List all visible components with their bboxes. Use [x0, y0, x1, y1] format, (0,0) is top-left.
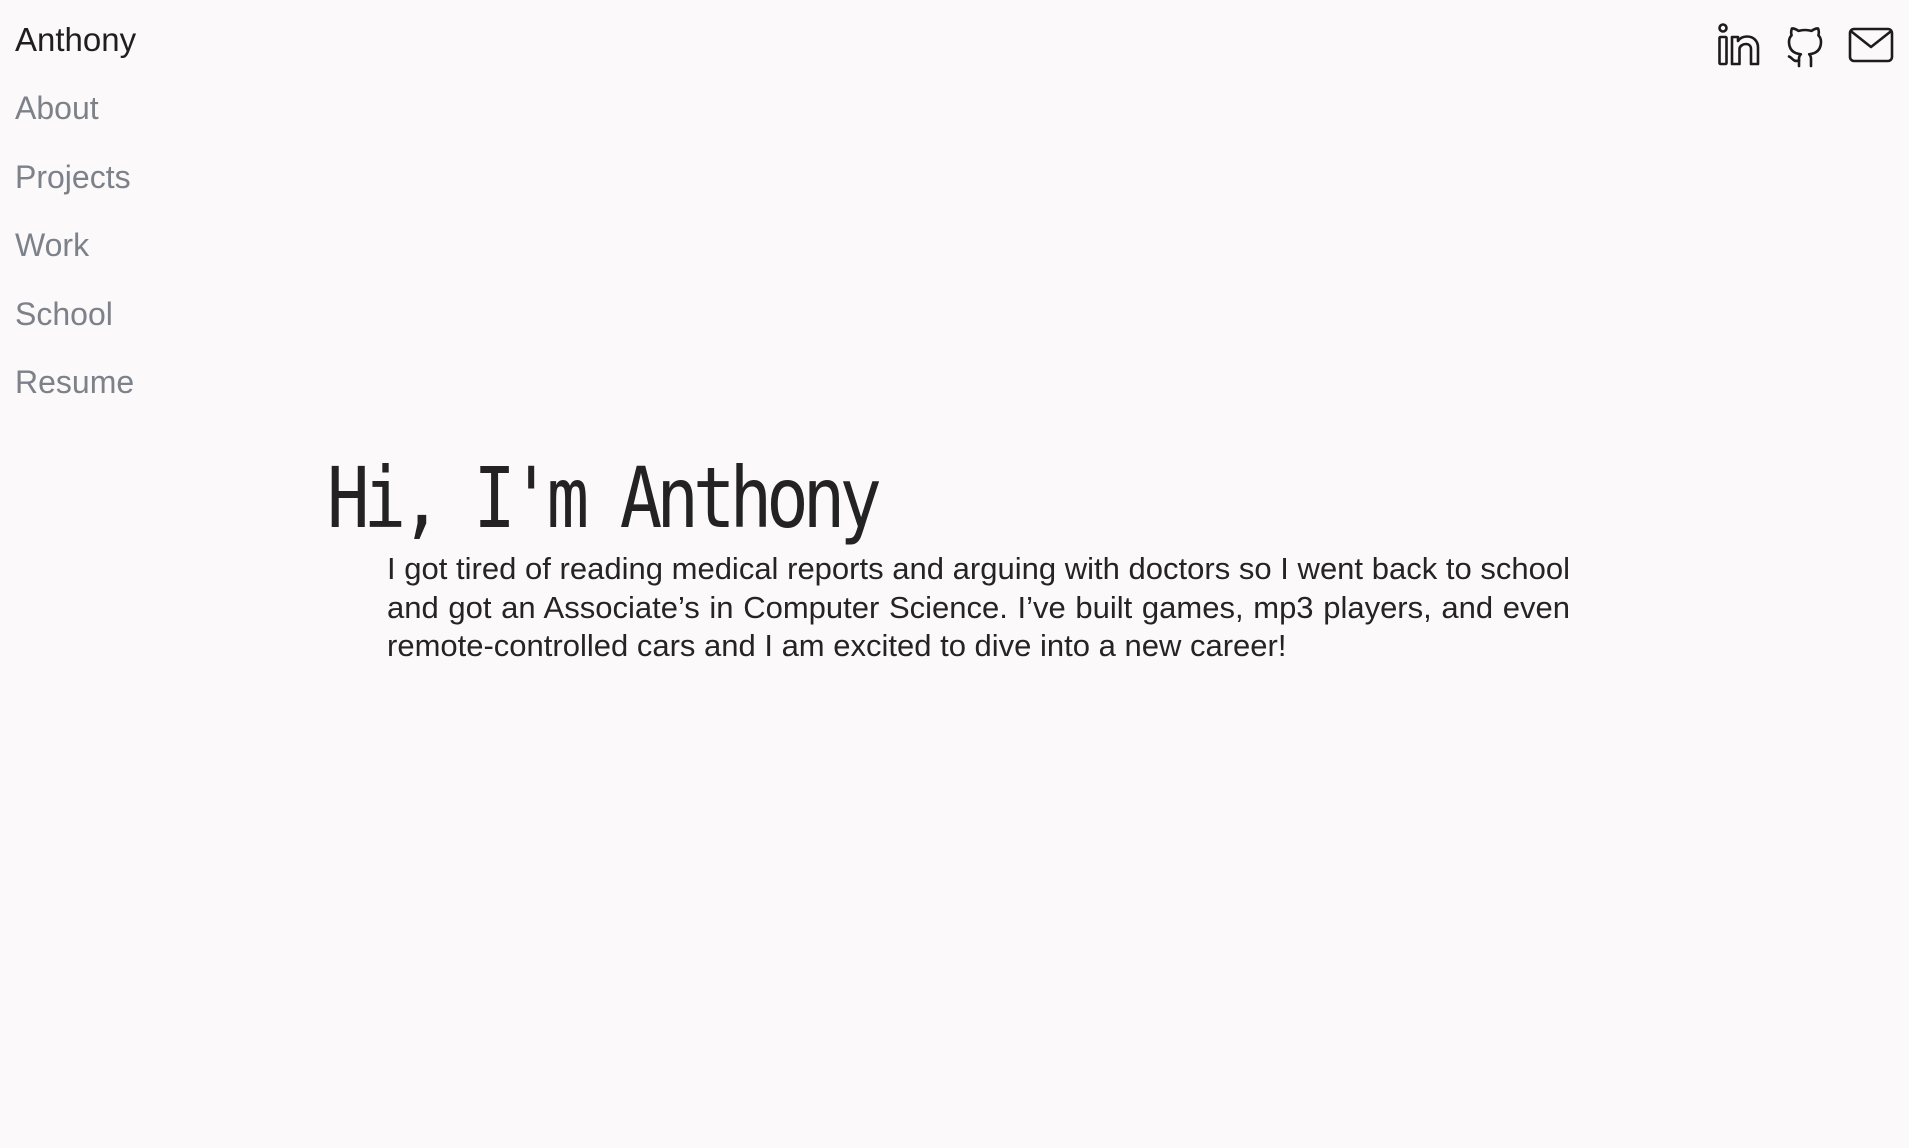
sidebar-nav: Anthony About Projects Work School Resum…	[15, 20, 136, 431]
github-link[interactable]	[1782, 22, 1828, 68]
nav-item-projects[interactable]: Projects	[15, 157, 136, 197]
nav-item-work[interactable]: Work	[15, 225, 136, 265]
social-links	[1716, 22, 1894, 68]
nav-item-about[interactable]: About	[15, 88, 136, 128]
nav-item-resume[interactable]: Resume	[15, 362, 136, 402]
mail-icon	[1848, 27, 1894, 63]
brand-link[interactable]: Anthony	[15, 20, 136, 60]
linkedin-link[interactable]	[1716, 22, 1762, 68]
hero-title: Hi, I'm Anthony	[327, 449, 882, 547]
nav-item-school[interactable]: School	[15, 294, 136, 334]
mail-link[interactable]	[1848, 22, 1894, 68]
hero-intro-text: I got tired of reading medical reports a…	[387, 551, 1570, 663]
github-icon	[1787, 27, 1823, 68]
linkedin-icon	[1718, 23, 1760, 66]
